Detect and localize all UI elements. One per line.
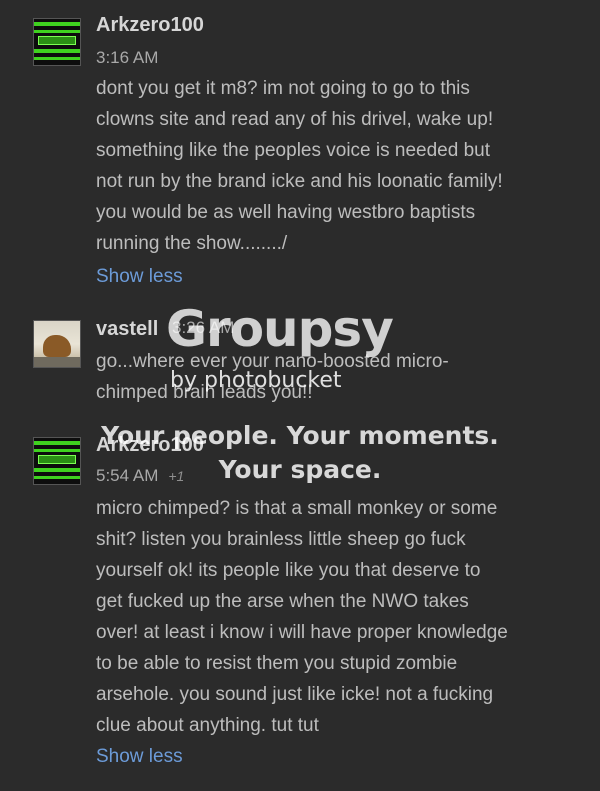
show-less-link[interactable]: Show less xyxy=(96,266,183,288)
avatar[interactable] xyxy=(33,437,81,485)
show-less-link[interactable]: Show less xyxy=(96,746,183,768)
comment-text: dont you get it m8? im not going to go t… xyxy=(96,78,503,254)
comment-timestamp[interactable]: 3:26 AM xyxy=(172,318,234,338)
comment-thread: Arkzero100 3:16 AM dont you get it m8? i… xyxy=(0,0,600,791)
comment-username[interactable]: Arkzero100 xyxy=(96,434,204,457)
comment-text: micro chimped? is that a small monkey or… xyxy=(96,498,508,736)
plus-one-count[interactable]: +1 xyxy=(168,468,184,484)
comment-timestamp: 5:54 AM +1 xyxy=(96,466,184,486)
comment-username[interactable]: vastell xyxy=(96,318,158,341)
comment-timestamp[interactable]: 3:16 AM xyxy=(96,48,158,68)
comment-time-link[interactable]: 5:54 AM xyxy=(96,466,158,485)
avatar[interactable] xyxy=(33,18,81,66)
avatar[interactable] xyxy=(33,320,81,368)
comment-username[interactable]: Arkzero100 xyxy=(96,14,204,37)
comment-text: go...where ever your nano-boosted micro-… xyxy=(96,351,449,403)
